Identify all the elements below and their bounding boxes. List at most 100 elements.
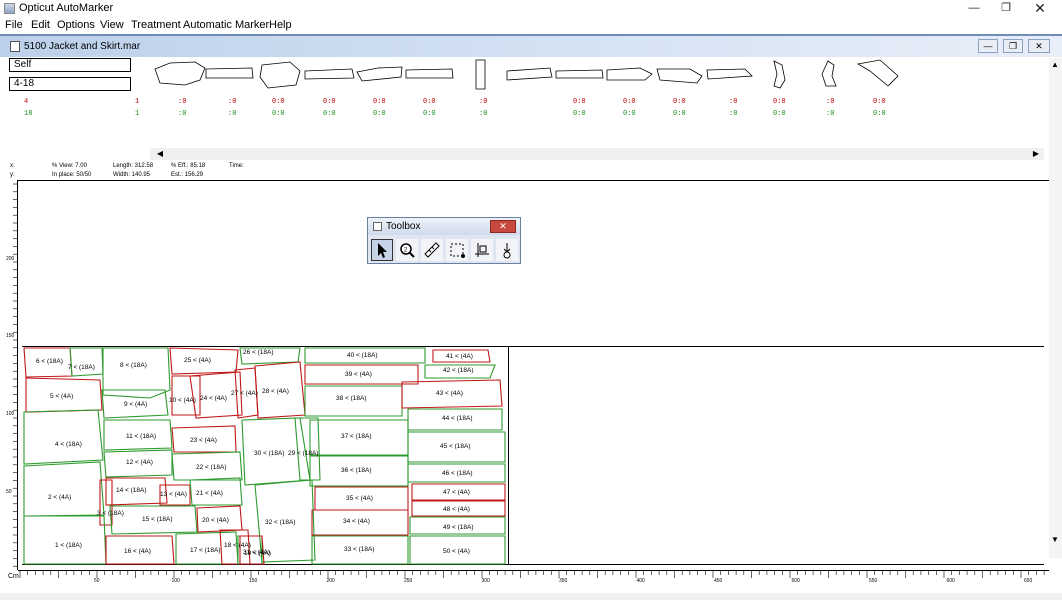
piece-count: :0 [178, 110, 187, 118]
piece-count: 0:0 [423, 98, 436, 106]
piece-count: 1 [135, 98, 140, 106]
piece-count: :0 [826, 98, 835, 106]
piece-label: 35 < (4A) [346, 495, 373, 502]
title-bar: Opticut AutoMarker — ❐ ✕ [0, 0, 1062, 18]
view-value: % View: 7.00 [52, 163, 87, 169]
measure-ruler-icon[interactable] [421, 239, 443, 261]
piece-label: 49 < (18A) [443, 524, 474, 531]
piece-count: :0 [479, 110, 488, 118]
piece-thumbnails[interactable] [0, 56, 1062, 96]
piece-label: 24 < (4A) [200, 395, 227, 402]
menu-edit[interactable]: Edit [31, 19, 50, 31]
ruler-label: 650 [1024, 578, 1033, 584]
thumb-piece[interactable] [304, 68, 355, 80]
piece-label: 45 < (18A) [440, 443, 471, 450]
piece-count: 0:0 [573, 110, 586, 118]
doc-minimize-button[interactable]: — [978, 39, 998, 53]
marker-piece-p10[interactable] [171, 375, 201, 416]
thumb-piece[interactable] [405, 68, 454, 79]
toolbox-title-bar[interactable]: Toolbox ✕ [368, 218, 520, 235]
rubber-band-icon[interactable] [446, 239, 468, 261]
piece-count: 0:0 [272, 110, 285, 118]
width-value: Width: 140.95 [113, 172, 151, 178]
thumb-piece[interactable] [706, 68, 753, 80]
menu-treatment[interactable]: Treatment [131, 19, 181, 31]
piece-count: 0:0 [323, 98, 336, 106]
marker-piece-p4[interactable] [23, 409, 104, 465]
toolbox-close-button[interactable]: ✕ [490, 220, 516, 233]
doc-restore-button[interactable]: ❐ [1003, 39, 1023, 53]
piece-label: 20 < (4A) [202, 517, 229, 524]
thumbnail-scrollbar[interactable]: ◀ ▶ [150, 148, 1044, 160]
efficiency-value: % Eff.: 85.18 [171, 163, 206, 169]
piece-label: 41 < (4A) [446, 353, 473, 360]
ruler-label: 600 [947, 578, 956, 584]
select-arrow-icon[interactable] [371, 239, 393, 261]
piece-label: 30 < (18A) [254, 450, 285, 457]
marker-piece-p7[interactable] [69, 347, 104, 377]
marker-piece-p2[interactable] [23, 461, 105, 517]
thumb-piece[interactable] [773, 60, 786, 89]
piece-label: 14 < (18A) [116, 487, 147, 494]
marker-canvas[interactable]: 200 150 100 50 6 < (18A) 7 < (18A) 8 < (18… [0, 180, 1062, 594]
piece-label: 17 < (18A) [190, 547, 221, 554]
toolbox-title: Toolbox [386, 221, 421, 232]
piece-count: 0:0 [423, 110, 436, 118]
thumb-piece[interactable] [154, 61, 206, 86]
thumb-piece[interactable] [856, 59, 899, 87]
piece-count: 0:0 [773, 110, 786, 118]
piece-label: 36 < (18A) [341, 467, 372, 474]
scroll-left-icon[interactable]: ◀ [154, 148, 166, 160]
ruler-label: 50 [94, 578, 100, 584]
piece-label: 15 < (18A) [142, 516, 173, 523]
piece-count: 0:0 [673, 98, 686, 106]
thumb-piece[interactable] [555, 69, 604, 79]
vruler-label: 50 [6, 489, 12, 495]
piece-label: 37 < (18A) [341, 433, 372, 440]
toolbox-panel[interactable]: Toolbox ✕ 2 [367, 217, 521, 264]
menu-file[interactable]: File [5, 19, 23, 31]
menu-options[interactable]: Options [57, 19, 95, 31]
marker-piece-p29[interactable] [294, 417, 321, 481]
document-title: 5100 Jacket and Skirt.mar [24, 41, 141, 52]
grid-align-icon[interactable] [471, 239, 493, 261]
thumb-piece[interactable] [475, 59, 486, 90]
close-button[interactable]: ✕ [1024, 0, 1056, 18]
thumb-piece[interactable] [606, 67, 653, 81]
piece-label: 18 < (4A) [224, 542, 251, 549]
piece-count: 0:0 [873, 110, 886, 118]
scroll-right-icon[interactable]: ▶ [1030, 148, 1042, 160]
menu-help[interactable]: Help [269, 19, 292, 31]
scroll-down-icon[interactable]: ▼ [1051, 535, 1059, 544]
thumb-piece[interactable] [356, 66, 403, 82]
thumb-piece[interactable] [656, 68, 703, 84]
piece-label: 5 < (4A) [50, 393, 73, 400]
scroll-up-icon[interactable]: ▲ [1051, 60, 1059, 69]
estimate-value: Est.: 156.29 [171, 172, 204, 178]
row2-size: 18 [24, 110, 33, 118]
piece-label: 23 < (4A) [190, 437, 217, 444]
piece-label: 46 < (18A) [442, 470, 473, 477]
thumb-piece[interactable] [506, 67, 553, 81]
doc-close-button[interactable]: ✕ [1028, 39, 1050, 53]
maximize-button[interactable]: ❐ [990, 0, 1022, 18]
menu-automatic-marker[interactable]: Automatic Marker [183, 19, 269, 31]
piece-count: 0:0 [623, 110, 636, 118]
piece-count: 0:0 [373, 110, 386, 118]
thumb-piece[interactable] [821, 60, 837, 87]
piece-count: 0:0 [373, 98, 386, 106]
window-bottom-scrollbar[interactable] [0, 593, 1062, 600]
piece-label: 38 < (18A) [336, 395, 367, 402]
menu-bar: File Edit Options View Treatment Automat… [0, 18, 1062, 34]
marker-piece-p1[interactable] [23, 515, 107, 565]
pin-drop-icon[interactable] [496, 239, 518, 261]
vertical-scrollbar[interactable]: ▲ ▼ [1049, 58, 1062, 558]
minimize-button[interactable]: — [958, 0, 990, 18]
piece-label: 6 < (18A) [36, 358, 63, 365]
piece-count: 0:0 [323, 110, 336, 118]
piece-label: 33 < (18A) [344, 546, 375, 553]
thumb-piece[interactable] [259, 61, 301, 89]
zoom-icon[interactable]: 2 [396, 239, 418, 261]
thumb-piece[interactable] [205, 67, 254, 79]
menu-view[interactable]: View [100, 19, 124, 31]
